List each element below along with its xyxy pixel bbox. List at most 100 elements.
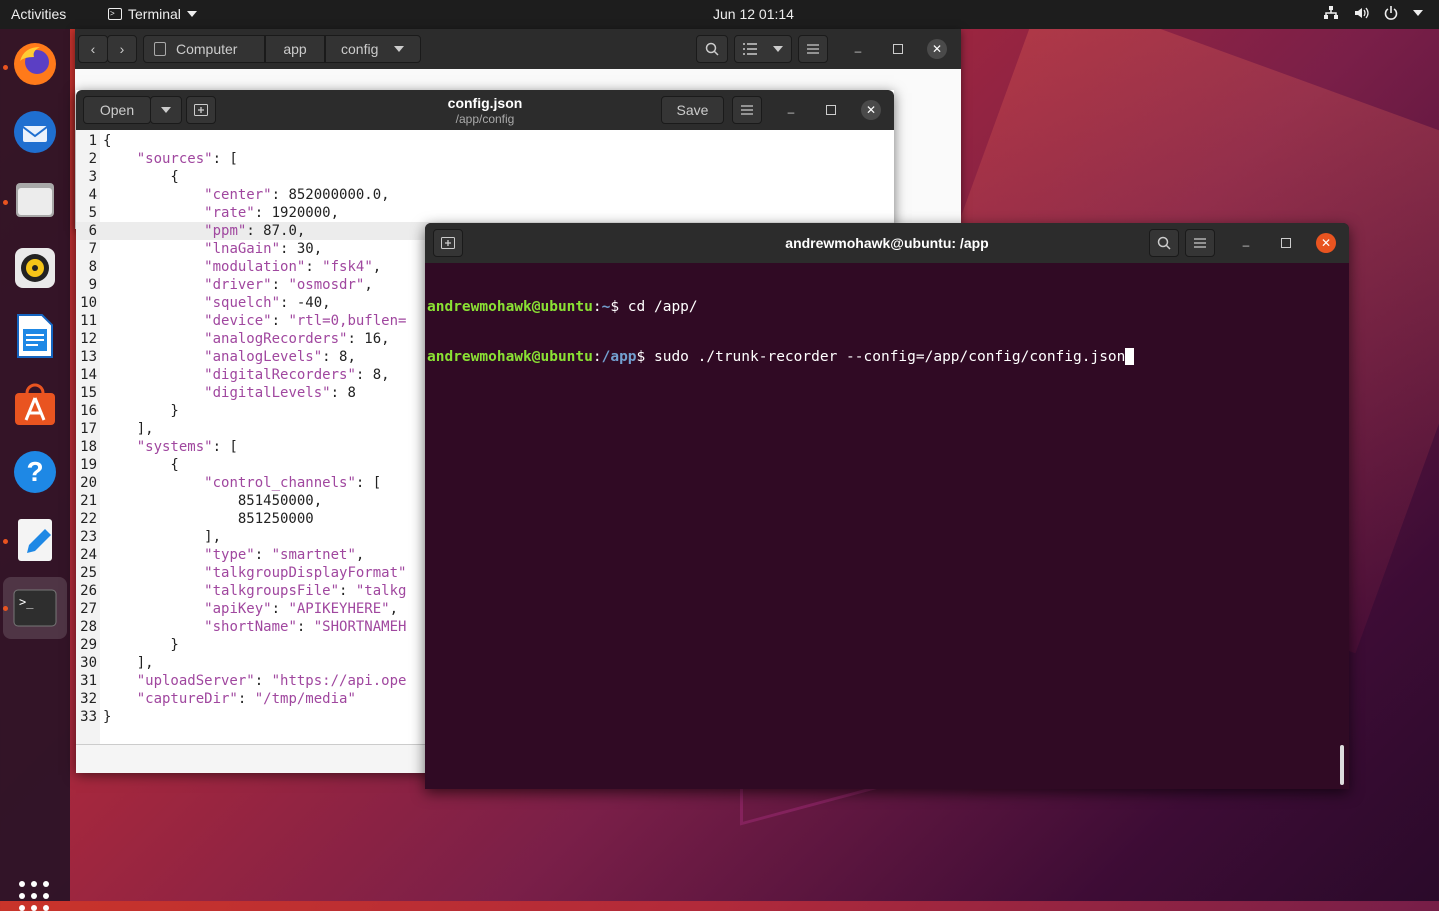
chevron-left-icon: ‹ — [90, 41, 96, 57]
activities-button[interactable]: Activities — [11, 6, 66, 22]
network-icon — [1324, 6, 1338, 19]
search-icon — [1157, 236, 1171, 250]
maximize-button[interactable] — [821, 100, 841, 120]
text-editor-launcher[interactable] — [10, 515, 60, 565]
prompt-user: andrewmohawk@ubuntu — [427, 299, 593, 315]
maximize-button[interactable] — [888, 39, 908, 59]
close-icon: ✕ — [1316, 233, 1336, 253]
prompt-path: /app — [601, 349, 637, 365]
code-line: 4 "center": 852000000.0, — [76, 186, 894, 204]
software-launcher[interactable] — [10, 379, 60, 429]
code-text: ], — [103, 655, 154, 671]
line-number: 7 — [88, 241, 97, 257]
line-number: 6 — [88, 223, 97, 239]
code-text: "sources": [ — [136, 151, 238, 167]
system-tray[interactable] — [1323, 5, 1423, 21]
breadcrumb-app[interactable]: app — [265, 35, 325, 63]
search-button[interactable] — [1149, 229, 1179, 257]
search-button[interactable] — [696, 35, 728, 63]
code-text: "digitalLevels": 8 — [204, 385, 356, 401]
line-number: 23 — [80, 529, 97, 545]
code-text: "systems": [ — [136, 439, 238, 455]
close-button[interactable]: ✕ — [861, 100, 881, 120]
back-button[interactable]: ‹ — [78, 35, 108, 63]
chevron-down-icon — [394, 46, 405, 52]
prompt-user: andrewmohawk@ubuntu — [427, 349, 593, 365]
line-number: 22 — [80, 511, 97, 527]
line-number: 8 — [88, 259, 97, 275]
line-number: 30 — [80, 655, 97, 671]
terminal-window: andrewmohawk@ubuntu: /app – ✕ andrewmoha… — [425, 223, 1349, 789]
line-number: 31 — [80, 673, 97, 689]
list-view-icon — [743, 43, 757, 55]
libreoffice-writer-icon — [17, 314, 53, 358]
app-menu[interactable]: > Terminal — [108, 6, 197, 22]
line-number: 25 — [80, 565, 97, 581]
code-text: "squelch": -40, — [204, 295, 331, 311]
breadcrumb-config[interactable]: config — [325, 35, 421, 63]
command-text: $ cd /app/ — [610, 299, 698, 315]
maximize-button[interactable] — [1276, 233, 1296, 253]
minimize-button[interactable]: – — [781, 102, 801, 122]
files-headerbar: ‹ › Computer app config – ✕ — [75, 29, 961, 69]
terminal-menu-button[interactable] — [1185, 229, 1215, 257]
code-text: "type": "smartnet", — [204, 547, 365, 563]
power-icon — [1384, 6, 1398, 20]
files-launcher[interactable] — [10, 175, 60, 225]
text-cursor — [1125, 348, 1135, 365]
close-icon: ✕ — [927, 39, 947, 59]
rhythmbox-launcher[interactable] — [10, 243, 60, 293]
code-text: "center": 852000000.0, — [204, 187, 390, 203]
line-number: 9 — [88, 277, 97, 293]
firefox-launcher[interactable] — [10, 39, 60, 89]
code-text: "modulation": "fsk4", — [204, 259, 382, 275]
breadcrumb-computer[interactable]: Computer — [143, 35, 265, 63]
clock[interactable]: Jun 12 01:14 — [713, 6, 794, 22]
line-number: 26 — [80, 583, 97, 599]
minimize-icon: – — [787, 105, 795, 119]
text-editor-icon — [18, 519, 52, 561]
close-button[interactable]: ✕ — [927, 39, 947, 59]
code-text: } — [103, 403, 179, 419]
maximize-icon — [893, 44, 903, 54]
hamburger-icon — [741, 105, 753, 115]
svg-text:>_: >_ — [19, 595, 34, 609]
command-text: $ sudo ./trunk-recorder --config=/app/co… — [636, 349, 1126, 365]
line-number: 24 — [80, 547, 97, 563]
minimize-button[interactable]: – — [848, 41, 868, 61]
chevron-right-icon: › — [119, 41, 125, 57]
code-text: "analogLevels": 8, — [204, 349, 356, 365]
chevron-down-icon — [773, 46, 783, 52]
editor-menu-button[interactable] — [732, 96, 762, 124]
terminal-launcher[interactable]: >_ — [10, 583, 60, 633]
terminal-output[interactable]: andrewmohawk@ubuntu:~$ cd /app/ andrewmo… — [427, 266, 1135, 398]
running-indicator — [3, 65, 8, 70]
maximize-icon — [1281, 238, 1291, 248]
terminal-scrollbar[interactable] — [1340, 745, 1344, 785]
view-options-button[interactable] — [734, 35, 792, 63]
line-number: 12 — [80, 331, 97, 347]
writer-launcher[interactable] — [10, 311, 60, 361]
save-button[interactable]: Save — [661, 96, 724, 124]
ubuntu-software-icon — [15, 383, 55, 425]
code-text: "lnaGain": 30, — [204, 241, 323, 257]
line-number: 1 — [88, 133, 97, 149]
minimize-button[interactable]: – — [1236, 235, 1256, 255]
code-text: 851450000, — [103, 493, 323, 509]
line-number: 21 — [80, 493, 97, 509]
line-number: 18 — [80, 439, 97, 455]
close-icon: ✕ — [861, 100, 881, 120]
terminal-icon: >_ — [13, 589, 57, 627]
forward-button[interactable]: › — [107, 35, 137, 63]
minimize-icon: – — [1242, 238, 1250, 252]
line-number: 13 — [80, 349, 97, 365]
line-number: 14 — [80, 367, 97, 383]
help-launcher[interactable]: ? — [10, 447, 60, 497]
line-number: 19 — [80, 457, 97, 473]
menu-button[interactable] — [798, 35, 828, 63]
show-applications-icon[interactable] — [19, 881, 49, 911]
thunderbird-launcher[interactable] — [10, 107, 60, 157]
close-button[interactable]: ✕ — [1316, 233, 1336, 253]
code-text: "analogRecorders": 16, — [204, 331, 390, 347]
terminal-line: andrewmohawk@ubuntu:/app$ sudo ./trunk-r… — [427, 348, 1135, 366]
